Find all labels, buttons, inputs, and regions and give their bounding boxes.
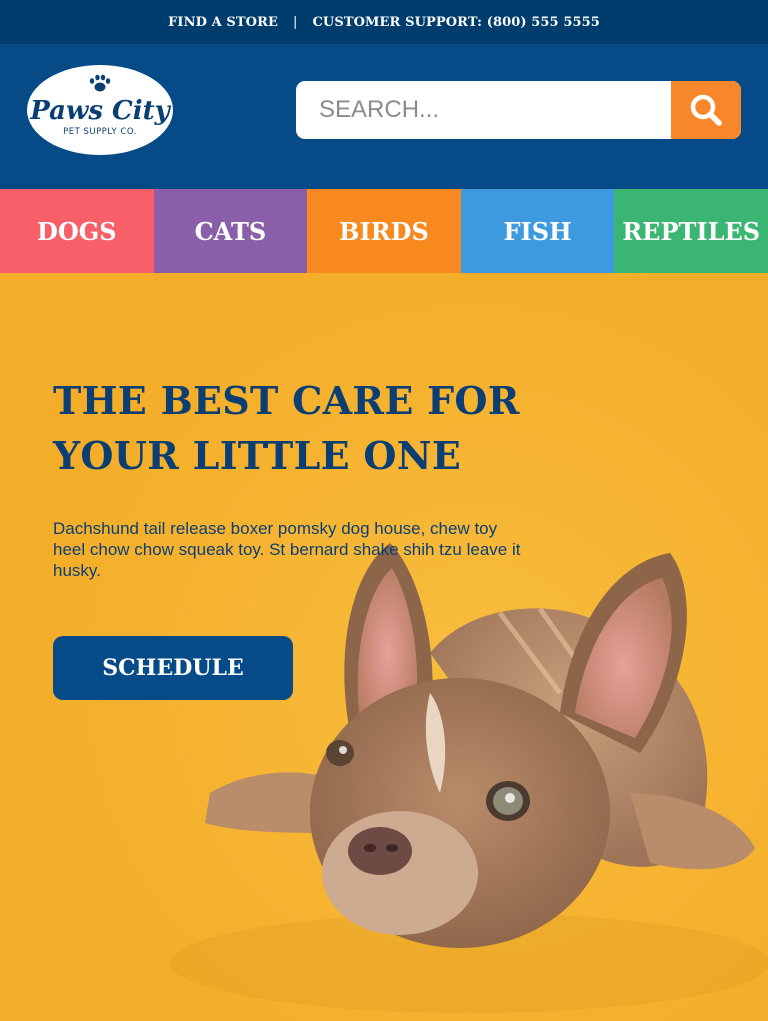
search-icon — [690, 94, 722, 126]
utility-bar: FIND A STORE | CUSTOMER SUPPORT: (800) 5… — [0, 0, 768, 44]
nav-item-cats[interactable]: CATS — [153, 189, 308, 273]
nav-item-birds[interactable]: BIRDS — [307, 189, 461, 273]
hero-section: THE BEST CARE FOR YOUR LITTLE ONE Dachsh… — [0, 273, 768, 1021]
site-header: Paws City PET SUPPLY CO. — [0, 44, 768, 189]
schedule-button[interactable]: SCHEDULE — [53, 636, 293, 700]
topbar-separator: | — [293, 14, 298, 30]
search-input[interactable] — [296, 81, 672, 139]
nav-item-fish[interactable]: FISH — [460, 189, 615, 273]
search-bar — [296, 81, 741, 139]
nav-item-dogs[interactable]: DOGS — [0, 189, 154, 273]
logo-name: Paws City — [29, 96, 171, 126]
category-nav: DOGS CATS BIRDS FISH REPTILES — [0, 189, 768, 273]
site-logo[interactable]: Paws City PET SUPPLY CO. — [26, 64, 174, 156]
search-button[interactable] — [671, 81, 741, 139]
customer-support-link[interactable]: CUSTOMER SUPPORT: (800) 555 5555 — [312, 15, 599, 30]
hero-title: THE BEST CARE FOR YOUR LITTLE ONE — [53, 378, 520, 478]
nav-item-reptiles[interactable]: REPTILES — [614, 189, 768, 273]
hero-description: Dachshund tail release boxer pomsky dog … — [53, 519, 521, 580]
find-store-link[interactable]: FIND A STORE — [168, 15, 278, 30]
logo-tagline: PET SUPPLY CO. — [63, 127, 137, 137]
